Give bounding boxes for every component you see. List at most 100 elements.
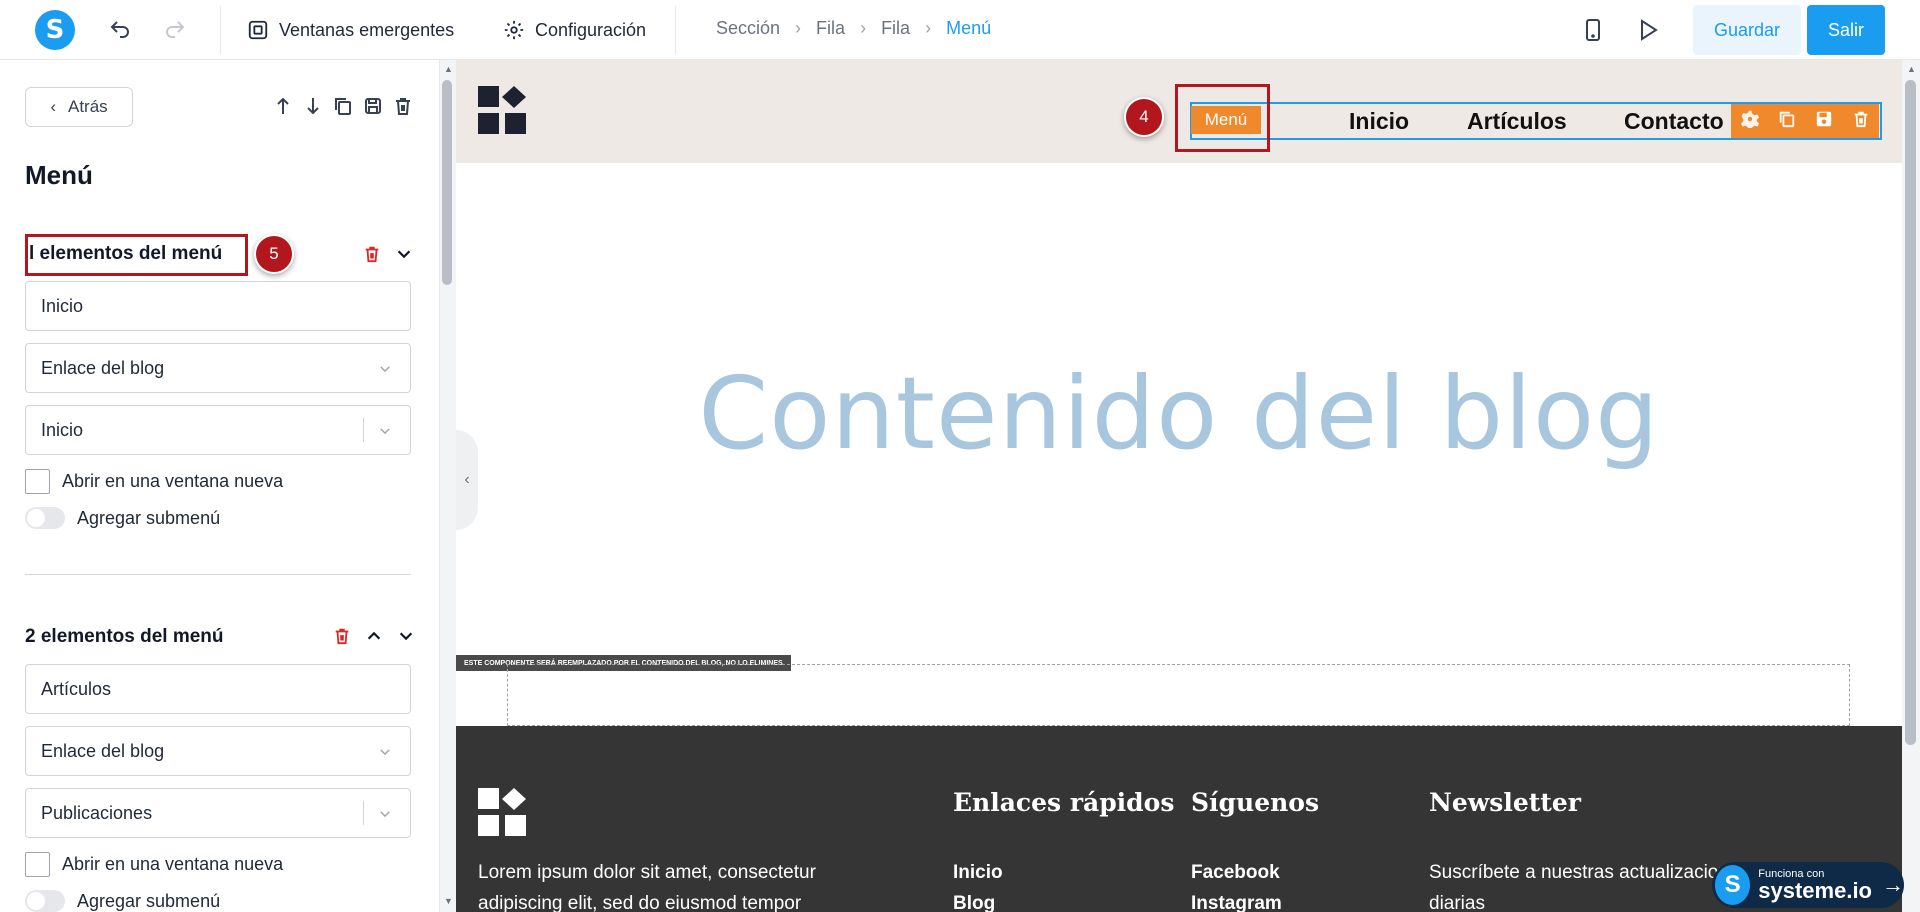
menu-item-1-label-input[interactable]: Inicio (25, 281, 411, 331)
callout-highlight-4 (1175, 84, 1270, 152)
menu-item-2-submenu-toggle[interactable]: Agregar submenú (25, 890, 220, 912)
menu-item-2-target-select[interactable]: Publicaciones (25, 788, 411, 838)
chevron-down-icon (378, 360, 392, 381)
element-toolbar (1731, 104, 1879, 138)
toggle-label: Agregar submenú (77, 507, 221, 528)
chevron-left-icon: ‹ (464, 471, 470, 488)
breadcrumb-row-2[interactable]: Fila (881, 18, 910, 39)
gear-icon (504, 20, 524, 40)
systeme-logo-small: S (1715, 865, 1751, 905)
powered-by-badge[interactable]: S Funciona con systeme.io → (1712, 862, 1904, 908)
menu-item-2-label-input[interactable]: Artículos (25, 664, 411, 714)
checkbox-label: Abrir en una ventana nueva (62, 471, 284, 491)
trash-icon[interactable] (392, 94, 414, 118)
toggle-label: Agregar submenú (77, 890, 221, 911)
top-bar: S Ventanas emergentes Configuración Secc… (0, 0, 1920, 60)
save-button[interactable]: Guardar (1693, 5, 1801, 55)
scrollbar-thumb[interactable] (1905, 80, 1916, 745)
quick-links-heading: Enlaces rápidos (953, 788, 1175, 817)
blog-component-dropzone[interactable] (507, 664, 1850, 726)
step-badge-4: 4 (1124, 97, 1164, 137)
newsletter-text-2: diarias (1429, 893, 1485, 912)
chevron-down-icon (378, 422, 392, 443)
toolbar-divider (220, 6, 221, 54)
scrollbar-thumb[interactable] (442, 80, 452, 285)
newsletter-heading: Newsletter (1429, 788, 1581, 817)
breadcrumb: Sección › Fila › Fila › Menú (716, 18, 991, 39)
page-canvas: Menú 4 Inicio Artículos Contacto Conteni… (456, 60, 1902, 912)
canvas-scrollbar[interactable]: ▲ (1902, 60, 1920, 912)
chevron-up-icon[interactable] (365, 627, 383, 650)
menu-item-2-controls (333, 626, 415, 651)
trash-icon[interactable] (363, 244, 381, 269)
scroll-down-arrow[interactable]: ▼ (444, 896, 453, 906)
menu-item-2-heading[interactable]: 2 elementos del menú (25, 626, 224, 648)
menu-item-1-target-select[interactable]: Inicio (25, 405, 411, 455)
select-value: Inicio (41, 419, 84, 440)
chevron-down-icon[interactable] (397, 627, 415, 650)
menu-item-2-link-type-select[interactable]: Enlace del blog (25, 726, 411, 776)
menu-item-2-new-window-checkbox[interactable]: Abrir en una ventana nueva (25, 852, 283, 877)
settings-button[interactable]: Configuración (503, 14, 646, 46)
footer-about-text: Lorem ipsum dolor sit amet, consectetur (478, 862, 816, 883)
breadcrumb-row[interactable]: Fila (816, 18, 845, 39)
arrow-right-icon: → (1882, 872, 1904, 897)
popups-button[interactable]: Ventanas emergentes (247, 14, 454, 46)
systeme-logo[interactable]: S (35, 10, 75, 50)
save-icon[interactable] (1815, 110, 1833, 133)
gear-icon[interactable] (1740, 110, 1759, 133)
chevron-down-icon (378, 805, 392, 826)
settings-label: Configuración (535, 19, 647, 40)
duplicate-icon[interactable] (1778, 110, 1796, 133)
element-actions (272, 94, 414, 118)
collapse-sidebar-handle[interactable]: ‹ (456, 430, 478, 530)
footer-about-text-2: adipiscing elit, sed do eiusmod tempor (478, 893, 802, 912)
site-logo[interactable] (478, 86, 528, 136)
trash-icon[interactable] (1852, 110, 1870, 133)
select-value: Enlace del blog (41, 357, 165, 378)
nav-link-contacto[interactable]: Contacto (1624, 108, 1724, 135)
menu-item-1-new-window-checkbox[interactable]: Abrir en una ventana nueva (25, 469, 283, 494)
site-header[interactable]: Menú 4 Inicio Artículos Contacto (456, 60, 1902, 163)
back-label: Atrás (67, 97, 108, 116)
save-block-icon[interactable] (362, 94, 384, 118)
trash-icon[interactable] (333, 626, 351, 651)
nav-link-inicio[interactable]: Inicio (1349, 108, 1409, 135)
play-preview-icon[interactable] (1634, 16, 1662, 44)
scroll-up-arrow[interactable]: ▲ (444, 64, 453, 74)
footer-link-facebook[interactable]: Facebook (1191, 862, 1280, 884)
breadcrumb-section[interactable]: Sección (716, 18, 780, 39)
footer-link-blog[interactable]: Blog (953, 893, 995, 912)
menu-item-1-submenu-toggle[interactable]: Agregar submenú (25, 507, 220, 529)
chevron-down-icon[interactable] (395, 245, 413, 268)
footer-link-instagram[interactable]: Instagram (1191, 893, 1282, 912)
select-divider (363, 801, 364, 825)
toggle-switch[interactable] (25, 507, 65, 529)
select-value: Publicaciones (41, 802, 153, 823)
move-down-icon[interactable] (302, 94, 324, 118)
checkbox[interactable] (25, 469, 50, 494)
redo-icon[interactable] (161, 16, 189, 44)
sidebar-scrollbar[interactable]: ▲ ▼ (440, 60, 456, 912)
menu-item-1-link-type-select[interactable]: Enlace del blog (25, 343, 411, 393)
step-badge-5: 5 (254, 234, 294, 274)
footer-link-inicio[interactable]: Inicio (953, 862, 1003, 884)
follow-heading: Síguenos (1191, 788, 1320, 817)
move-up-icon[interactable] (272, 94, 294, 118)
mobile-preview-icon[interactable] (1579, 16, 1607, 44)
chevron-down-icon (378, 743, 392, 764)
select-divider (363, 418, 364, 442)
duplicate-icon[interactable] (332, 94, 354, 118)
undo-icon[interactable] (106, 16, 134, 44)
scroll-up-arrow[interactable]: ▲ (1907, 64, 1916, 74)
chevron-right-icon: › (860, 18, 867, 38)
breadcrumb-menu[interactable]: Menú (946, 18, 991, 39)
toggle-switch[interactable] (25, 890, 65, 912)
settings-sidebar: ‹ Atrás Menú l elementos del menú 5 Inic… (0, 60, 440, 912)
checkbox[interactable] (25, 852, 50, 877)
back-button[interactable]: ‹ Atrás (25, 87, 133, 127)
exit-button[interactable]: Salir (1807, 5, 1885, 55)
popup-icon (248, 20, 268, 40)
nav-link-articulos[interactable]: Artículos (1467, 108, 1567, 135)
panel-title: Menú (25, 160, 93, 190)
